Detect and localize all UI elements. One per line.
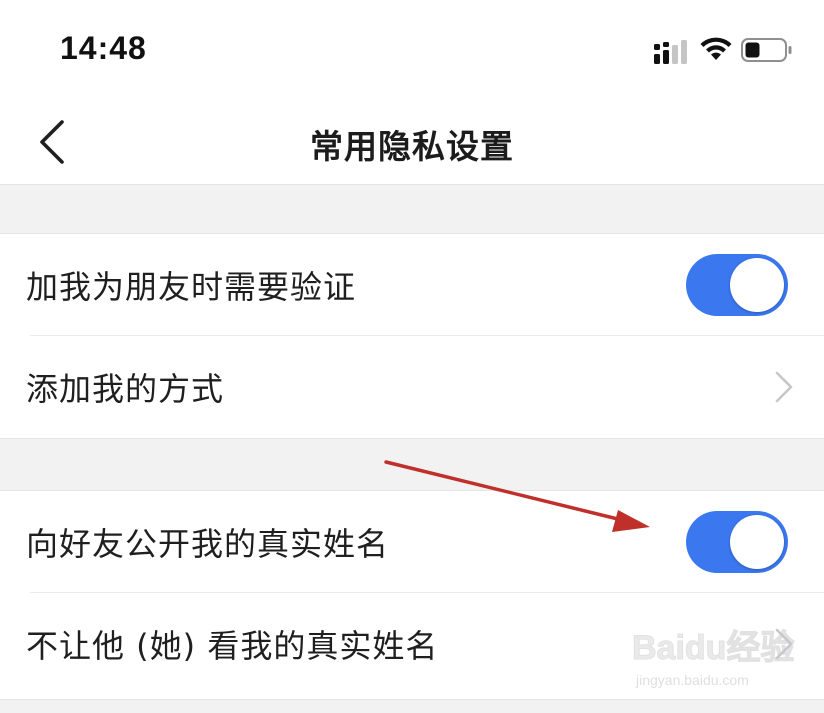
row-label: 加我为朋友时需要验证 [26,268,357,306]
status-bar: 14:48 [0,0,824,100]
row-friend-verification[interactable]: 加我为朋友时需要验证 [0,234,824,336]
page-title: 常用隐私设置 [310,127,514,166]
row-label: 不让他 (她) 看我的真实姓名 [26,627,439,665]
row-label: 向好友公开我的真实姓名 [26,525,390,563]
navigation-bar: 常用隐私设置 [0,100,824,185]
row-add-methods[interactable]: 添加我的方式 [0,336,824,438]
toggle-knob [730,515,784,569]
status-time: 14:48 [60,30,147,66]
friend-verification-toggle[interactable] [686,254,788,316]
row-show-real-name[interactable]: 向好友公开我的真实姓名 [0,491,824,593]
chevron-right-icon [775,371,793,403]
row-label: 添加我的方式 [26,370,225,408]
toggle-knob [730,258,784,312]
settings-group-real-name: 向好友公开我的真实姓名 不让他 (她) 看我的真实姓名 [0,490,824,700]
settings-group-verification: 加我为朋友时需要验证 添加我的方式 [0,233,824,439]
battery-icon [741,38,792,62]
chevron-right-icon [775,628,793,660]
wifi-icon [700,37,732,60]
show-real-name-toggle[interactable] [686,511,788,573]
row-hide-real-name-from[interactable]: 不让他 (她) 看我的真实姓名 [0,593,824,695]
cellular-signal-icon [654,40,687,64]
